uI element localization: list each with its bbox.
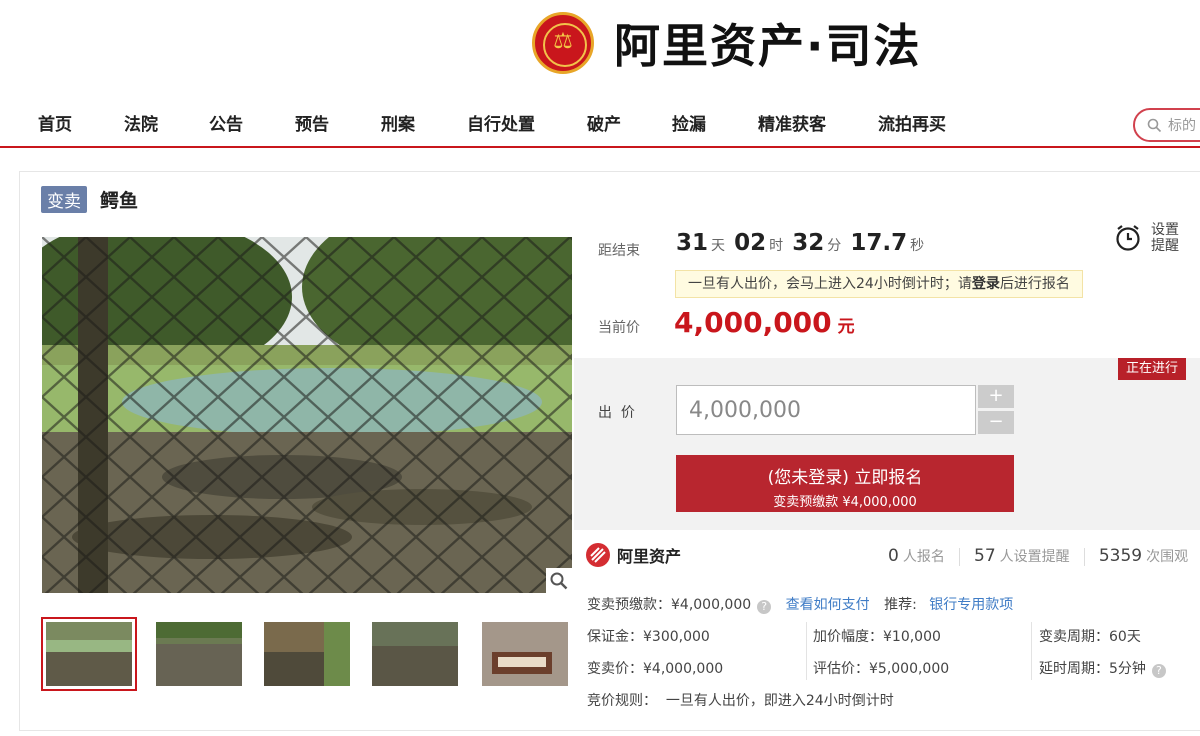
nav-precise-leads[interactable]: 精准获客	[758, 110, 826, 135]
view-count: 5359	[1098, 546, 1143, 566]
bid-amount-input[interactable]	[676, 385, 976, 435]
increase-bid-button[interactable]: +	[978, 385, 1014, 408]
how-to-pay-link[interactable]: 查看如何支付	[786, 597, 870, 613]
current-price: 4,000,000 元	[674, 306, 855, 339]
nav-court[interactable]: 法院	[124, 110, 158, 135]
main-photo[interactable]	[42, 237, 572, 593]
bond-text: 保证金：¥300,000	[587, 629, 710, 645]
divider	[1083, 547, 1085, 566]
thumbnail-4[interactable]	[372, 622, 458, 686]
current-price-value: 4,000,000	[674, 306, 832, 339]
deposit-row: 变卖预缴款：¥4,000,000? 查看如何支付 推荐: 银行专用款项	[587, 594, 1013, 614]
magnifier-icon	[550, 572, 568, 590]
thumbnail-5[interactable]	[482, 622, 568, 686]
divider	[958, 547, 960, 566]
thumbnail-2[interactable]	[156, 622, 242, 686]
signup-count-unit: 人报名	[902, 549, 945, 565]
appraisal-text: 评估价：¥5,000,000	[813, 661, 950, 677]
divider	[1031, 622, 1032, 680]
sale-price-text: 变卖价：¥4,000,000	[587, 661, 724, 677]
nav-home[interactable]: 首页	[38, 110, 72, 135]
extension-row: 延时周期：5分钟?	[1039, 658, 1166, 678]
sale-type-badge: 变卖	[41, 186, 87, 213]
bank-payment-link[interactable]: 银行专用款项	[929, 597, 1013, 613]
extension-text: 延时周期：5分钟	[1039, 661, 1146, 677]
countdown-minutes: 32	[792, 230, 825, 256]
main-nav: 首页 法院 公告 预告 刑案 自行处置 破产 捡漏 精准获客 流拍再买 标的	[0, 108, 1200, 148]
item-title: 鳄鱼	[100, 190, 139, 212]
nav-preview[interactable]: 预告	[295, 110, 329, 135]
reminder-count-unit: 人设置提醒	[999, 549, 1070, 565]
site-logo[interactable]: ⚖ 阿里资产·司法	[532, 10, 921, 76]
thumbnail-3[interactable]	[264, 622, 350, 686]
help-icon[interactable]: ?	[757, 600, 772, 614]
nav-bargain[interactable]: 捡漏	[672, 110, 706, 135]
site-title: 阿里资产·司法	[614, 19, 922, 73]
nav-announcement[interactable]: 公告	[209, 110, 243, 135]
notice-prefix: 一旦有人出价，会马上进入24小时倒计时；请	[688, 276, 972, 292]
countdown-hours-unit: 时	[769, 238, 784, 254]
countdown-days-unit: 天	[711, 238, 726, 254]
court-emblem-icon: ⚖	[532, 12, 594, 74]
search-placeholder: 标的	[1168, 118, 1196, 134]
signup-count: 0	[888, 546, 899, 566]
nav-criminal[interactable]: 刑案	[381, 110, 415, 135]
deposit-text: 变卖预缴款：¥4,000,000	[587, 597, 752, 613]
help-icon[interactable]: ?	[1151, 664, 1166, 678]
increment-text: 加价幅度：¥10,000	[813, 629, 941, 645]
bid-label: 出 价	[598, 405, 635, 421]
nav-rebuy[interactable]: 流拍再买	[878, 110, 946, 135]
signup-button-label: (您未登录) 立即报名	[767, 468, 923, 488]
countdown-timer: 31 天 02 时 32 分 17.7 秒	[676, 230, 928, 256]
recommend-label: 推荐:	[884, 597, 917, 613]
login-link[interactable]: 登录	[972, 276, 1000, 292]
signup-button-deposit: 变卖预缴款 ¥4,000,000	[773, 495, 917, 510]
ali-asset-icon	[586, 543, 610, 567]
nav-bankruptcy[interactable]: 破产	[587, 110, 621, 135]
sale-period-text: 变卖周期：60天	[1039, 629, 1141, 645]
search-box[interactable]: 标的	[1133, 108, 1200, 142]
decrease-bid-button[interactable]: −	[978, 411, 1014, 434]
countdown-minutes-unit: 分	[827, 238, 842, 254]
current-price-unit: 元	[837, 317, 855, 337]
platform-logo[interactable]: 阿里资产	[586, 543, 681, 567]
notice-suffix: 后进行报名	[999, 276, 1070, 292]
stats-bar: 0 人报名 57 人设置提醒 5359 次围观	[888, 546, 1188, 566]
set-reminder-label: 设置提醒	[1151, 222, 1179, 254]
countdown-seconds: 17.7	[850, 230, 908, 256]
countdown-hours: 02	[734, 230, 767, 256]
search-icon	[1147, 118, 1162, 132]
divider	[806, 622, 807, 680]
signup-button[interactable]: (您未登录) 立即报名 变卖预缴款 ¥4,000,000	[676, 455, 1014, 512]
view-count-unit: 次围观	[1146, 549, 1189, 565]
countdown-label: 距结束	[598, 243, 640, 259]
set-reminder-button[interactable]: 设置提醒	[1115, 222, 1181, 254]
countdown-days: 31	[676, 230, 709, 256]
alarm-clock-icon	[1116, 225, 1140, 251]
thumbnail-1[interactable]	[41, 617, 137, 691]
nav-self-disposal[interactable]: 自行处置	[467, 110, 535, 135]
bid-notice: 一旦有人出价，会马上进入24小时倒计时；请登录后进行报名	[675, 270, 1083, 298]
platform-name: 阿里资产	[617, 547, 682, 566]
zoom-button[interactable]	[546, 568, 572, 594]
current-price-label: 当前价	[598, 320, 640, 336]
status-badge: 正在进行	[1118, 358, 1187, 380]
reminder-count: 57	[974, 546, 996, 566]
countdown-seconds-unit: 秒	[910, 238, 925, 254]
bid-rule-text: 竞价规则： 一旦有人出价，即进入24小时倒计时	[587, 693, 894, 709]
